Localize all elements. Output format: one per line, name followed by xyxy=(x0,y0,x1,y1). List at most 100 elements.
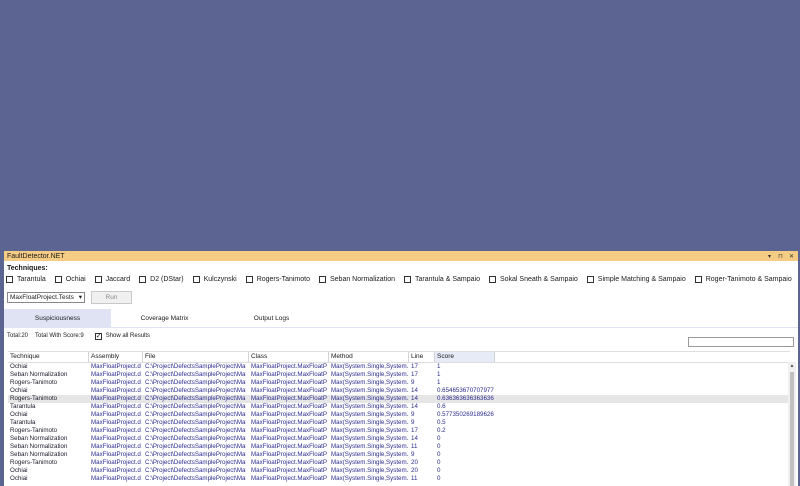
technique-label: Rogers-Tanimoto xyxy=(256,276,310,283)
cell-class: MaxFloatProject.MaxFloatP xyxy=(251,411,327,418)
technique-option[interactable]: Rogers-Tanimoto xyxy=(245,276,310,283)
cell-assembly: MaxFloatProject.d xyxy=(91,435,141,442)
cell-line: 14 xyxy=(411,435,418,442)
cell-file: C:\Project\DefectsSampleProject\Ma xyxy=(145,387,246,394)
scroll-thumb[interactable] xyxy=(790,372,794,486)
technique-checkbox[interactable] xyxy=(586,276,594,283)
cell-score: 0 xyxy=(437,467,441,474)
column-header-label: File xyxy=(145,353,156,360)
cell-line: 9 xyxy=(411,411,415,418)
cell-line: 11 xyxy=(411,475,418,482)
technique-option[interactable]: Sokal Sneath & Sampaio xyxy=(488,276,578,283)
technique-checkbox[interactable] xyxy=(694,276,702,283)
technique-option[interactable]: Ochiai xyxy=(54,276,86,283)
cell-assembly: MaxFloatProject.d xyxy=(91,451,141,458)
technique-label: D2 (DStar) xyxy=(150,276,184,283)
cell-assembly: MaxFloatProject.d xyxy=(91,363,141,370)
cell-score: 0.2 xyxy=(437,427,446,434)
table-row[interactable]: Seban Normalization MaxFloatProject.d C:\P… xyxy=(8,371,790,379)
technique-option[interactable]: Kulczynski xyxy=(192,276,237,283)
table-row[interactable]: Seban Normalization MaxFloatProject.d C:\P… xyxy=(8,435,790,443)
column-header-label: Method xyxy=(331,353,353,360)
table-row[interactable]: Ochiai MaxFloatProject.d C:\Project\Defect… xyxy=(8,411,790,419)
column-header-technique[interactable]: Technique xyxy=(8,352,89,362)
technique-checkbox[interactable] xyxy=(139,276,147,283)
column-header-assembly[interactable]: Assembly xyxy=(89,352,143,362)
table-row[interactable]: Ochiai MaxFloatProject.d C:\Project\Defect… xyxy=(8,387,790,395)
technique-checkbox[interactable] xyxy=(319,276,326,283)
technique-option[interactable]: Seban Normalization xyxy=(319,276,395,283)
tab-coverage-matrix[interactable]: Coverage Matrix xyxy=(111,309,218,327)
cell-method: Max(System.Single,System.! xyxy=(331,387,409,394)
technique-checkbox[interactable] xyxy=(245,276,253,283)
project-select[interactable]: MaxFloatProject.Tests ▾ xyxy=(7,291,85,303)
cell-line: 14 xyxy=(411,403,418,410)
stats-bar: Total:20 Total With Score:9 Show all Res… xyxy=(7,328,798,344)
technique-option[interactable]: D2 (DStar) xyxy=(139,276,184,283)
tab-output-logs[interactable]: Output Logs xyxy=(218,309,325,327)
column-header-class[interactable]: Class xyxy=(249,352,329,362)
table-row[interactable]: Seban Normalization MaxFloatProject.d C:\P… xyxy=(8,451,790,459)
table-row[interactable]: Rogers-Tanimoto MaxFloatProject.d C:\Proje… xyxy=(8,459,790,467)
technique-label: Seban Normalization xyxy=(330,276,395,283)
technique-label: Kulczynski xyxy=(203,276,237,283)
cell-technique: Ochiai xyxy=(10,387,28,394)
technique-option[interactable]: Jaccard xyxy=(94,276,130,283)
technique-checkbox[interactable] xyxy=(6,276,13,283)
column-header-line[interactable]: Line xyxy=(409,352,435,362)
run-button[interactable]: Run xyxy=(91,290,132,304)
technique-checkbox[interactable] xyxy=(488,276,496,283)
tab-suspiciousness[interactable]: Suspiciousness xyxy=(4,309,111,327)
cell-class: MaxFloatProject.MaxFloatP xyxy=(251,363,327,370)
cell-method: Max(System.Single,System.! xyxy=(331,363,409,370)
cell-line: 20 xyxy=(411,459,418,466)
cell-score: 0 xyxy=(437,451,441,458)
sort-descending-icon: ▼ xyxy=(463,352,468,356)
table-row[interactable]: Ochiai MaxFloatProject.d C:\Project\Defect… xyxy=(8,475,790,483)
cell-technique: Seban Normalization xyxy=(10,451,68,458)
show-all-toggle[interactable]: Show all Results xyxy=(94,332,150,340)
technique-checkbox[interactable] xyxy=(192,276,200,283)
technique-checkbox[interactable] xyxy=(54,276,62,283)
column-header-method[interactable]: Method xyxy=(329,352,409,362)
technique-option[interactable]: Simple Matching & Sampaio xyxy=(586,276,686,283)
technique-option[interactable]: Tarantula xyxy=(6,276,46,283)
cell-method: Max(System.Single,System.! xyxy=(331,371,409,378)
cell-line: 9 xyxy=(411,451,415,458)
table-row[interactable]: Rogers-Tanimoto MaxFloatProject.d C:\Proje… xyxy=(8,395,790,403)
cell-assembly: MaxFloatProject.d xyxy=(91,411,141,418)
cell-line: 17 xyxy=(411,363,418,370)
cell-method: Max(System.Single,System.! xyxy=(331,435,409,442)
cell-score: 0 xyxy=(437,435,441,442)
cell-score: 0.636363636363636 xyxy=(437,395,494,402)
show-all-checkbox[interactable] xyxy=(94,332,102,340)
pin-icon[interactable]: ⊓ xyxy=(777,253,784,260)
scroll-up-icon[interactable]: ▲ xyxy=(788,362,796,370)
table-row[interactable]: Ochiai MaxFloatProject.d C:\Project\Defect… xyxy=(8,363,790,371)
cell-file: C:\Project\DefectsSampleProject\Ma xyxy=(145,475,246,482)
close-icon[interactable]: ✕ xyxy=(788,253,795,260)
technique-checkbox[interactable] xyxy=(94,276,102,283)
vertical-scrollbar[interactable]: ▲ xyxy=(788,362,796,486)
cell-method: Max(System.Single,System.! xyxy=(331,451,409,458)
dropdown-icon[interactable]: ▾ xyxy=(766,253,773,260)
column-header-label: Line xyxy=(411,353,424,360)
technique-checkbox[interactable] xyxy=(403,276,411,283)
table-row[interactable]: Tarantula MaxFloatProject.d C:\Project\Def… xyxy=(8,403,790,411)
cell-technique: Tarantula xyxy=(10,403,36,410)
cell-score: 0 xyxy=(437,443,441,450)
table-row[interactable]: Ochiai MaxFloatProject.d C:\Project\Defect… xyxy=(8,467,790,475)
column-header-file[interactable]: File xyxy=(143,352,249,362)
table-row[interactable]: Rogers-Tanimoto MaxFloatProject.d C:\Proje… xyxy=(8,379,790,387)
technique-option[interactable]: Roger-Tanimoto & Sampaio xyxy=(694,276,792,283)
table-row[interactable]: Tarantula MaxFloatProject.d C:\Project\Def… xyxy=(8,419,790,427)
table-row[interactable]: Rogers-Tanimoto MaxFloatProject.d C:\Proje… xyxy=(8,427,790,435)
cell-method: Max(System.Single,System.! xyxy=(331,411,409,418)
search-input[interactable] xyxy=(688,337,794,347)
table-row[interactable]: Seban Normalization MaxFloatProject.d C:\P… xyxy=(8,443,790,451)
technique-label: Sokal Sneath & Sampaio xyxy=(499,276,578,283)
technique-option[interactable]: Tarantula & Sampaio xyxy=(403,276,480,283)
cell-file: C:\Project\DefectsSampleProject\Ma xyxy=(145,411,246,418)
column-header-score[interactable]: Score ▼ xyxy=(435,352,495,362)
cell-file: C:\Project\DefectsSampleProject\Ma xyxy=(145,435,246,442)
